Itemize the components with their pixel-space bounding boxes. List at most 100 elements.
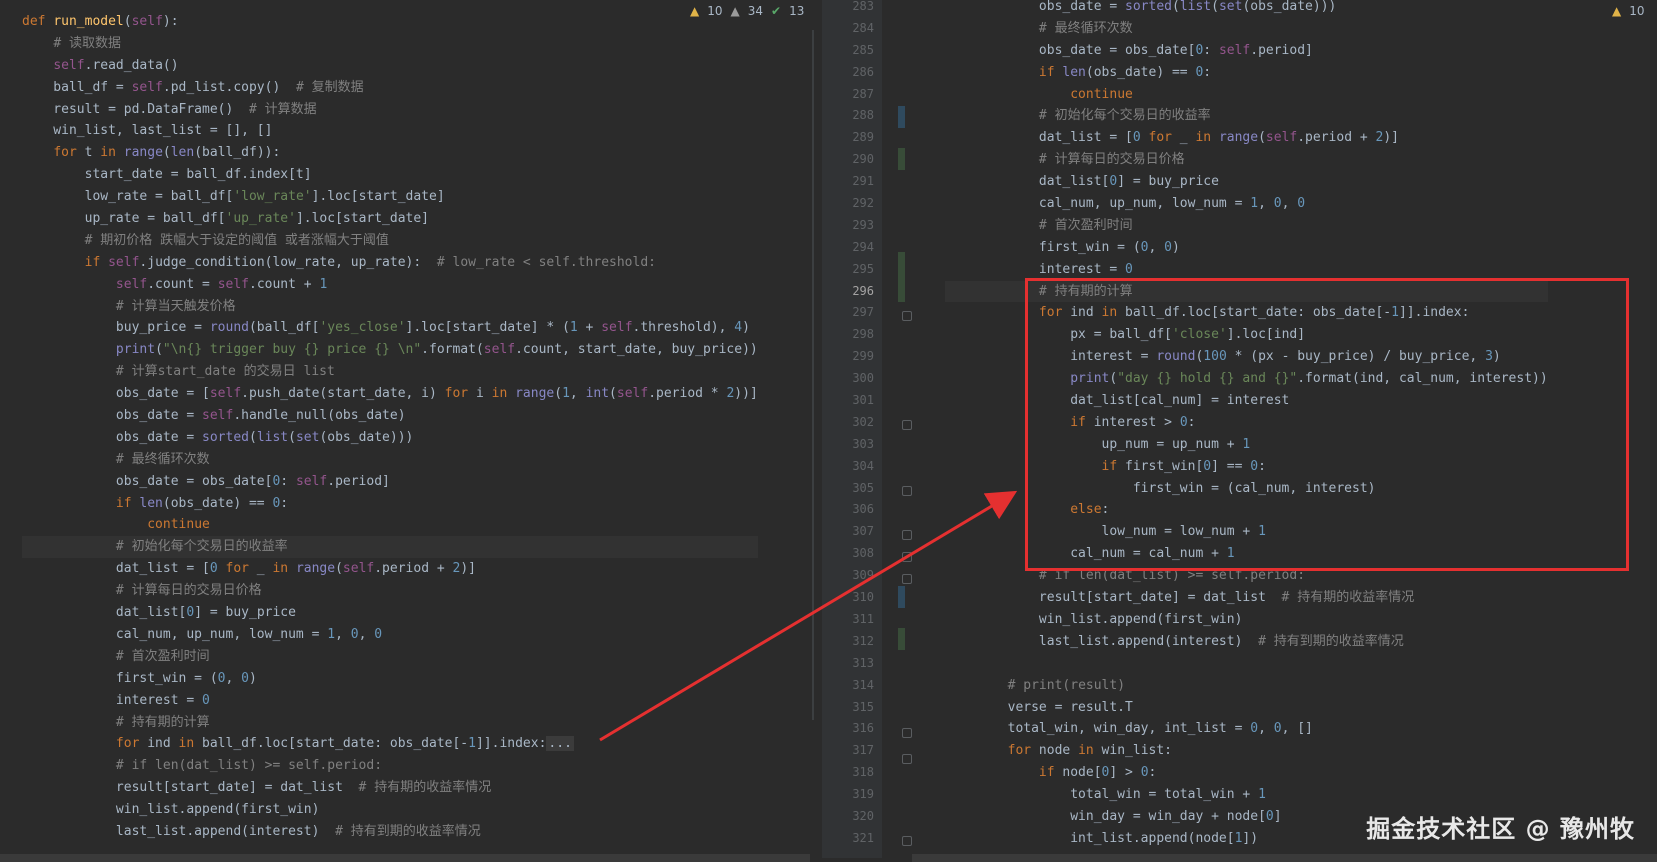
line-number: 318 xyxy=(852,765,874,780)
code-line[interactable]: cal_num = cal_num + 1 xyxy=(945,543,1548,565)
code-line[interactable]: # 计算start_date 的交易日 list xyxy=(22,361,758,383)
line-number: 321 xyxy=(852,830,874,845)
code-line[interactable]: obs_date = obs_date[0: self.period] xyxy=(945,40,1548,62)
code-line[interactable] xyxy=(945,653,1548,675)
code-line[interactable]: px = ball_df['close'].loc[ind] xyxy=(945,324,1548,346)
code-line[interactable]: if len(obs_date) == 0: xyxy=(945,62,1548,84)
code-line[interactable]: first_win = (0, 0) xyxy=(945,237,1548,259)
code-line[interactable]: # 持有期的计算 xyxy=(22,712,758,734)
code-line[interactable]: # 初始化每个交易日的收益率 xyxy=(945,105,1548,127)
code-line[interactable]: if interest > 0: xyxy=(945,412,1548,434)
code-line[interactable]: # 首次盈利时间 xyxy=(945,215,1548,237)
code-line[interactable]: # 期初价格 跌幅大于设定的阈值 或者涨幅大于阈值 xyxy=(22,230,758,252)
line-number: 288 xyxy=(852,108,874,123)
code-line[interactable]: verse = result.T xyxy=(945,697,1548,719)
line-number: 298 xyxy=(852,327,874,342)
code-line[interactable]: # print(result) xyxy=(945,675,1548,697)
inspection-widget[interactable]: ▲ 10 ▲ 34 ✔ 13 ⌃ ⌄ xyxy=(690,4,822,18)
code-line[interactable]: dat_list[0] = buy_price xyxy=(945,171,1548,193)
code-line[interactable]: # 计算当天触发价格 xyxy=(22,296,758,318)
code-line[interactable]: # if len(dat_list) >= self.period: xyxy=(945,565,1548,587)
right-code-area[interactable]: obs_date = sorted(list(set(obs_date))) #… xyxy=(945,0,1548,850)
fold-icon[interactable] xyxy=(902,574,912,584)
right-editor-pane[interactable]: 283 284 285 286 287 288 289 290 291 292 293 294 295 2… xyxy=(822,0,1657,862)
right-inspection-widget[interactable]: ▲ 10 xyxy=(1612,4,1645,18)
code-line[interactable]: # 读取数据 xyxy=(22,33,758,55)
code-line[interactable]: if len(obs_date) == 0: xyxy=(22,493,758,515)
fold-icon[interactable] xyxy=(902,486,912,496)
code-line[interactable]: obs_date = sorted(list(set(obs_date))) xyxy=(945,0,1548,18)
left-code-area[interactable]: def run_model(self): # 读取数据 self.read_da… xyxy=(22,11,758,843)
code-line[interactable]: obs_date = [self.push_date(start_date, i… xyxy=(22,383,758,405)
fold-icon[interactable] xyxy=(902,311,912,321)
code-line[interactable]: continue xyxy=(22,514,758,536)
code-line[interactable]: total_win = total_win + 1 xyxy=(945,784,1548,806)
code-line[interactable]: dat_list = [0 for _ in range(self.period… xyxy=(945,127,1548,149)
code-line[interactable]: dat_list = [0 for _ in range(self.period… xyxy=(22,558,758,580)
code-line[interactable]: buy_price = round(ball_df['yes_close'].l… xyxy=(22,317,758,339)
code-line[interactable]: interest = round(100 * (px - buy_price) … xyxy=(945,346,1548,368)
code-line[interactable]: first_win = (cal_num, interest) xyxy=(945,478,1548,500)
code-line[interactable]: obs_date = self.handle_null(obs_date) xyxy=(22,405,758,427)
code-line[interactable]: win_list.append(first_win) xyxy=(22,799,758,821)
code-line[interactable]: # 计算每日的交易日价格 xyxy=(945,149,1548,171)
fold-icon[interactable] xyxy=(902,728,912,738)
code-line[interactable]: up_num = up_num + 1 xyxy=(945,434,1548,456)
code-line[interactable]: print("\n{} trigger buy {} price {} \n".… xyxy=(22,339,758,361)
code-line[interactable]: interest = 0 xyxy=(22,690,758,712)
code-line[interactable]: # 计算每日的交易日价格 xyxy=(22,580,758,602)
code-line[interactable]: for t in range(len(ball_df)): xyxy=(22,142,758,164)
code-line[interactable]: last_list.append(interest) # 持有到期的收益率情况 xyxy=(945,631,1548,653)
code-line[interactable]: dat_list[0] = buy_price xyxy=(22,602,758,624)
code-line[interactable]: low_rate = ball_df['low_rate'].loc[start… xyxy=(22,186,758,208)
code-line[interactable]: last_list.append(interest) # 持有到期的收益率情况 xyxy=(22,821,758,843)
code-line[interactable]: win_list, last_list = [], [] xyxy=(22,120,758,142)
code-line[interactable]: # 最终循环次数 xyxy=(945,18,1548,40)
code-line[interactable]: for node in win_list: xyxy=(945,740,1548,762)
code-line[interactable]: up_rate = ball_df['up_rate'].loc[start_d… xyxy=(22,208,758,230)
vcs-modified-marker xyxy=(898,586,905,608)
left-scrollbar-thumb[interactable] xyxy=(812,30,814,720)
fold-icon[interactable] xyxy=(902,836,912,846)
vcs-added-marker xyxy=(898,628,905,650)
code-line[interactable]: if first_win[0] == 0: xyxy=(945,456,1548,478)
left-horizontal-scrollbar[interactable] xyxy=(0,854,810,862)
right-horizontal-scrollbar[interactable] xyxy=(912,854,1657,862)
code-line[interactable]: interest = 0 xyxy=(945,259,1548,281)
code-line[interactable]: # 最终循环次数 xyxy=(22,449,758,471)
code-line[interactable]: print("day {} hold {} and {}".format(ind… xyxy=(945,368,1547,390)
code-line[interactable]: for ind in ball_df.loc[start_date: obs_d… xyxy=(945,302,1548,324)
fold-icon[interactable] xyxy=(902,420,912,430)
code-line[interactable]: dat_list[cal_num] = interest xyxy=(945,390,1548,412)
code-line[interactable]: # 持有期的计算 xyxy=(945,280,1548,303)
code-line[interactable]: if self.judge_condition(low_rate, up_rat… xyxy=(22,252,758,274)
code-line[interactable]: result[start_date] = dat_list # 持有期的收益率情… xyxy=(945,587,1548,609)
code-line[interactable]: obs_date = sorted(list(set(obs_date))) xyxy=(22,427,758,449)
vcs-added-marker xyxy=(898,252,905,302)
code-line[interactable]: low_num = low_num + 1 xyxy=(945,521,1548,543)
code-line[interactable]: # 初始化每个交易日的收益率 xyxy=(22,536,758,559)
code-line[interactable]: first_win = (0, 0) xyxy=(22,668,758,690)
code-line[interactable]: # if len(dat_list) >= self.period: xyxy=(22,755,758,777)
fold-icon[interactable] xyxy=(902,754,912,764)
code-line[interactable]: win_list.append(first_win) xyxy=(945,609,1548,631)
fold-icon[interactable] xyxy=(902,552,912,562)
code-line[interactable]: start_date = ball_df.index[t] xyxy=(22,164,758,186)
fold-icon[interactable] xyxy=(902,530,912,540)
code-line[interactable]: cal_num, up_num, low_num = 1, 0, 0 xyxy=(945,193,1548,215)
code-line[interactable]: self.read_data() xyxy=(22,55,758,77)
code-line[interactable]: # 首次盈利时间 xyxy=(22,646,758,668)
code-line[interactable]: ball_df = self.pd_list.copy() # 复制数据 xyxy=(22,77,758,99)
code-line[interactable]: result[start_date] = dat_list # 持有期的收益率情… xyxy=(22,777,758,799)
code-line[interactable]: else: xyxy=(945,499,1548,521)
code-line[interactable]: for ind in ball_df.loc[start_date: obs_d… xyxy=(22,733,758,755)
code-line[interactable]: if node[0] > 0: xyxy=(945,762,1548,784)
code-line[interactable]: def run_model(self): xyxy=(22,11,758,33)
code-line[interactable]: continue xyxy=(945,84,1548,106)
code-line[interactable]: result = pd.DataFrame() # 计算数据 xyxy=(22,99,758,121)
code-line[interactable]: self.count = self.count + 1 xyxy=(22,274,758,296)
code-line[interactable]: obs_date = obs_date[0: self.period] xyxy=(22,471,758,493)
code-line[interactable]: cal_num, up_num, low_num = 1, 0, 0 xyxy=(22,624,758,646)
left-editor-pane[interactable]: def run_model(self): # 读取数据 self.read_da… xyxy=(0,0,822,862)
code-line[interactable]: total_win, win_day, int_list = 0, 0, [] xyxy=(945,718,1548,740)
